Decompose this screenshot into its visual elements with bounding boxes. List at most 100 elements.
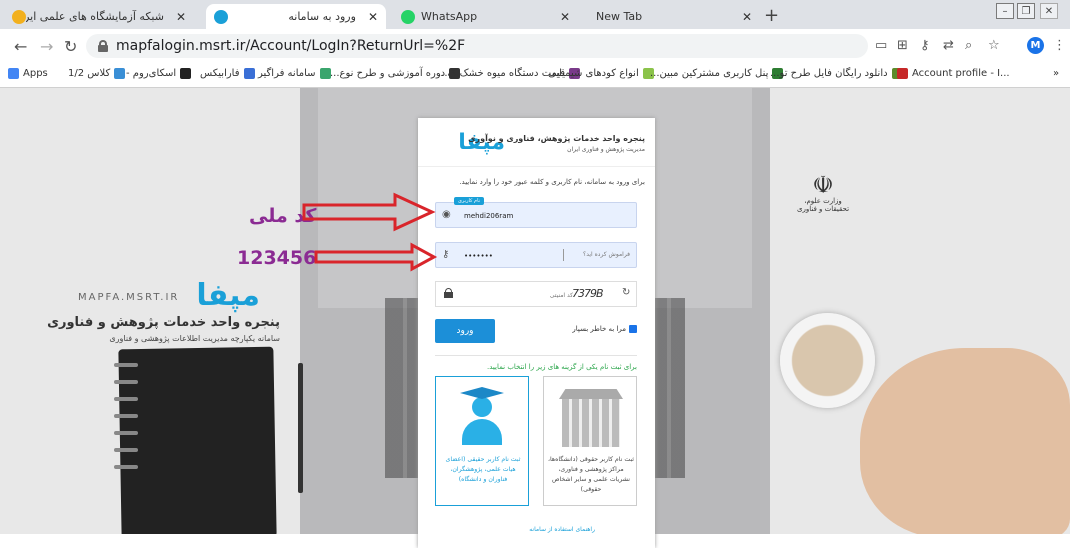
notebook-ring xyxy=(114,363,138,367)
register-legal-card[interactable]: ثبت نام کاربر حقوقی (دانشگاه‌ها، مراکز پ… xyxy=(543,376,637,506)
mapfa-favicon-icon xyxy=(214,9,228,24)
help-link[interactable]: راهنمای استفاده از سامانه xyxy=(529,526,595,533)
bookmark-star-icon[interactable]: ☆ xyxy=(988,38,1000,53)
background-coffee-cup xyxy=(780,313,875,408)
maple-leaf-icon xyxy=(897,68,908,79)
background-notebook xyxy=(118,346,277,534)
new-tab-plus-icon[interactable]: + xyxy=(764,5,779,26)
password-field[interactable]: ⚷ فراموش کرده اید؟ xyxy=(435,242,637,268)
tab-lab-network[interactable]: شبکه آزمایشگاه های علمی ایران ✕ xyxy=(4,4,194,29)
username-field[interactable]: نام کاربری ◉ xyxy=(435,197,637,228)
bookmark-favicon-icon xyxy=(114,68,126,79)
remember-checkbox[interactable] xyxy=(629,325,637,333)
user-icon: ◉ xyxy=(442,209,451,220)
cast-icon[interactable]: ▭ xyxy=(875,38,887,53)
captcha-input[interactable] xyxy=(531,287,575,303)
minimize-icon[interactable]: – xyxy=(996,3,1014,19)
extension-icon[interactable]: ⊞ xyxy=(897,38,908,53)
address-bar[interactable]: mapfalogin.msrt.ir/Account/LogIn?ReturnU… xyxy=(86,34,868,58)
tab-title: New Tab xyxy=(596,10,643,23)
divider xyxy=(435,355,637,356)
bookmark-apps[interactable]: Apps xyxy=(8,68,48,79)
notebook-ring xyxy=(114,465,138,469)
lock-icon xyxy=(444,288,453,298)
background-subtitle: سامانه یکپارچه مدیریت اطلاعات پژوهشی و ف… xyxy=(109,334,280,343)
notebook-ring xyxy=(114,380,138,384)
profile-avatar[interactable]: M xyxy=(1027,37,1044,54)
key-icon[interactable]: ⚷ xyxy=(920,38,930,53)
forgot-password-link[interactable]: فراموش کرده اید؟ xyxy=(583,251,630,258)
site-domain: MAPFA.MSRT.IR xyxy=(78,292,180,303)
notebook-ring xyxy=(114,431,138,435)
bookmark-item[interactable]: پنل کاربری مشترکین مبین... xyxy=(650,68,784,79)
zoom-icon[interactable]: ⌕ xyxy=(965,38,972,53)
background-branding: MAPFA.MSRT.IR مپفا پنجره واحد خدمات پژوه… xyxy=(47,278,280,348)
bookmark-item[interactable]: فارابیکس xyxy=(200,68,255,79)
close-window-icon[interactable]: ✕ xyxy=(1040,3,1058,19)
bookmark-favicon-icon xyxy=(243,68,255,79)
divider xyxy=(563,249,564,261)
back-arrow-icon[interactable]: ← xyxy=(14,37,27,56)
apps-grid-icon xyxy=(8,68,19,79)
bookmark-item[interactable]: Account profile - I... xyxy=(897,68,1010,79)
bookmark-item[interactable]: سامانه فراگیر xyxy=(258,68,331,79)
bookmark-item[interactable]: کلاس 1/2 xyxy=(68,68,126,79)
card-label: ثبت نام کاربر حقیقی (اعضای هیات علمی، پژ… xyxy=(445,456,521,483)
captcha-field[interactable]: 7379B ↻ xyxy=(435,281,637,307)
tab-title: WhatsApp xyxy=(421,10,478,23)
graduate-icon xyxy=(456,387,508,449)
background-pen xyxy=(298,363,303,493)
restore-icon[interactable]: ❐ xyxy=(1017,3,1035,19)
arrow-icon xyxy=(314,242,438,272)
reload-icon[interactable]: ↻ xyxy=(64,37,77,56)
login-button[interactable]: ورود xyxy=(435,319,495,343)
translate-icon[interactable]: ⇄ xyxy=(943,38,954,53)
panel-header: مپفا پنجره واحد خدمات پژوهش، فناوری و نو… xyxy=(418,118,655,167)
url-text: mapfalogin.msrt.ir/Account/LogIn?ReturnU… xyxy=(116,38,466,54)
refresh-captcha-icon[interactable]: ↻ xyxy=(622,287,630,298)
annotation-password: 123456 xyxy=(237,247,317,269)
bookmarks-bar: Apps کلاس 1/2 اسکای‌روم - فارابیکس سامان… xyxy=(0,63,1070,88)
notebook-ring xyxy=(114,414,138,418)
building-icon xyxy=(559,389,623,449)
panel-subtitle: مدیریت پژوهش و فناوری ایران xyxy=(567,146,645,153)
login-panel: مپفا پنجره واحد خدمات پژوهش، فناوری و نو… xyxy=(418,118,655,548)
tab-title: شبکه آزمایشگاه های علمی ایران xyxy=(26,10,164,23)
registration-prompt: برای ثبت نام یکی از گزینه های زیر را انت… xyxy=(487,363,637,371)
bookmarks-overflow[interactable]: » xyxy=(1053,68,1059,79)
password-input[interactable] xyxy=(462,248,586,264)
notebook-ring xyxy=(114,397,138,401)
menu-dots-icon[interactable]: ⋮ xyxy=(1053,38,1066,53)
lab-network-favicon-icon xyxy=(12,9,26,24)
bookmark-favicon-icon xyxy=(319,68,331,79)
key-icon: ⚷ xyxy=(442,249,450,260)
arrow-icon xyxy=(302,192,436,232)
toolbar: ← → ↻ mapfalogin.msrt.ir/Account/LogIn?R… xyxy=(0,29,1070,63)
panel-title: پنجره واحد خدمات پژوهش، فناوری و نوآوری xyxy=(468,134,645,143)
bookmark-item[interactable]: دانلود رایگان فایل طرح تو... xyxy=(770,68,903,79)
remember-me[interactable]: مرا به خاطر بسپار xyxy=(572,325,637,333)
bookmark-item[interactable]: انواع کودهای شیمیایی xyxy=(548,68,654,79)
username-input[interactable] xyxy=(462,208,586,224)
card-label: ثبت نام کاربر حقوقی (دانشگاه‌ها، مراکز پ… xyxy=(547,456,634,493)
forward-arrow-icon[interactable]: → xyxy=(40,37,53,56)
iran-emblem: ☫ وزارت علوم، تحقیقات و فناوری xyxy=(796,171,850,213)
register-individual-card[interactable]: ثبت نام کاربر حقیقی (اعضای هیات علمی، پژ… xyxy=(435,376,529,506)
mapfa-logo-icon: مپفا xyxy=(196,278,260,313)
tab-whatsapp[interactable]: WhatsApp ✕ xyxy=(393,4,578,29)
close-icon[interactable]: ✕ xyxy=(742,10,752,24)
username-tag: نام کاربری xyxy=(454,197,484,205)
background-hand xyxy=(860,348,1070,534)
tab-login[interactable]: ورود به سامانه ✕ xyxy=(206,4,386,29)
tab-new-tab[interactable]: New Tab ✕ xyxy=(584,4,760,29)
close-icon[interactable]: ✕ xyxy=(176,10,186,24)
tab-bar: شبکه آزمایشگاه های علمی ایران ✕ ورود به … xyxy=(0,0,1070,29)
background-title: پنجره واحد خدمات پژوهش و فناوری xyxy=(47,315,280,330)
captcha-image: 7379B xyxy=(572,287,604,300)
lock-icon xyxy=(98,40,108,52)
tab-title: ورود به سامانه xyxy=(288,10,356,23)
bookmark-item[interactable]: اسکای‌روم - xyxy=(126,68,192,79)
close-icon[interactable]: ✕ xyxy=(560,10,570,24)
close-icon[interactable]: ✕ xyxy=(368,10,378,24)
emblem-icon: ☫ xyxy=(812,171,834,199)
